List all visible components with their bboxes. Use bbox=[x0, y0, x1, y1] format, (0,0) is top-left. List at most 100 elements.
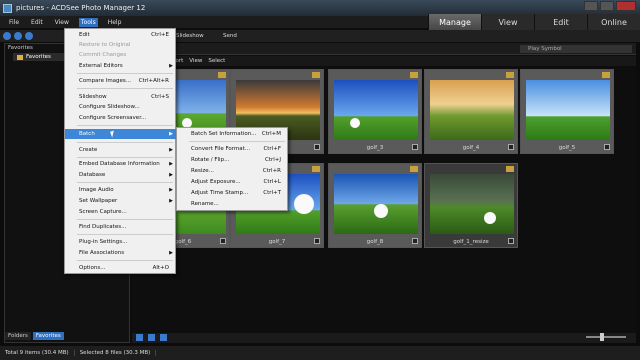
thumbnail-checkbox[interactable] bbox=[314, 144, 320, 150]
menu-item-external-editors[interactable]: External Editors ▶ bbox=[65, 61, 177, 71]
thumbnail-checkbox[interactable] bbox=[220, 238, 226, 244]
submenu-arrow-icon: ▶ bbox=[169, 250, 173, 256]
mode-tabs: Manage View Edit Online bbox=[428, 14, 640, 31]
view-button[interactable]: View bbox=[189, 58, 202, 64]
thumbnail-checkbox[interactable] bbox=[412, 144, 418, 150]
menu-item-set-wallpaper[interactable]: Set Wallpaper ▶ bbox=[65, 196, 177, 206]
status-bar: Total 9 items (30.4 MB) Selected 8 files… bbox=[0, 346, 640, 360]
window-title: pictures - ACDSee Photo Manager 12 bbox=[16, 4, 146, 12]
rotate-left-icon[interactable] bbox=[136, 334, 143, 341]
menu-item-database[interactable]: Database ▶ bbox=[65, 170, 177, 180]
thumbnail-image bbox=[430, 174, 514, 234]
tools-menu: Edit Ctrl+E Restore to Original Commit Ch… bbox=[64, 28, 177, 274]
menu-tools[interactable]: Tools bbox=[78, 17, 98, 27]
bottom-toolbar bbox=[132, 333, 636, 343]
filter-bar: Sort View Select bbox=[132, 56, 636, 66]
menu-item-embed-db[interactable]: Embed Database Information ▶ bbox=[65, 159, 177, 169]
submenu-item-rotate[interactable]: Rotate / Flip... Ctrl+J bbox=[177, 155, 289, 165]
menu-item-find-duplicates[interactable]: Find Duplicates... bbox=[65, 222, 177, 232]
play-symbol-dropdown[interactable]: Play Symbol bbox=[520, 45, 632, 53]
menu-item-options[interactable]: Options... Alt+O bbox=[65, 263, 177, 273]
send-button[interactable]: Send bbox=[223, 33, 237, 39]
thumbnail[interactable]: golf_5 bbox=[520, 69, 614, 154]
menu-view[interactable]: View bbox=[53, 18, 71, 27]
menu-item-compare[interactable]: Compare Images... Ctrl+Alt+R bbox=[65, 76, 177, 86]
rotate-right-icon[interactable] bbox=[148, 334, 155, 341]
submenu-arrow-icon: ▶ bbox=[169, 131, 173, 137]
thumbnail-image bbox=[430, 80, 514, 140]
submenu-arrow-icon: ▶ bbox=[169, 63, 173, 69]
mode-online[interactable]: Online bbox=[587, 14, 640, 31]
submenu-item-exposure[interactable]: Adjust Exposure... Ctrl+L bbox=[177, 177, 289, 187]
submenu-item-batch-set-info[interactable]: Batch Set Information... Ctrl+M bbox=[177, 129, 289, 139]
thumbnail-checkbox[interactable] bbox=[604, 144, 610, 150]
submenu-arrow-icon: ▶ bbox=[169, 161, 173, 167]
mode-manage[interactable]: Manage bbox=[428, 14, 481, 31]
maximize-button[interactable] bbox=[600, 1, 614, 11]
menu-edit[interactable]: Edit bbox=[29, 18, 45, 27]
mode-edit[interactable]: Edit bbox=[534, 14, 587, 31]
menu-item-screen-capture[interactable]: Screen Capture... bbox=[65, 207, 177, 217]
submenu-item-timestamp[interactable]: Adjust Time Stamp... Ctrl+T bbox=[177, 188, 289, 198]
thumbnail[interactable]: golf_4 bbox=[424, 69, 518, 154]
menu-item-image-audio[interactable]: Image Audio ▶ bbox=[65, 185, 177, 195]
thumbnail-image bbox=[526, 80, 610, 140]
thumbnail-checkbox[interactable] bbox=[314, 238, 320, 244]
up-icon[interactable] bbox=[25, 32, 33, 40]
menu-item-file-associations[interactable]: File Associations ▶ bbox=[65, 248, 177, 258]
menu-item-configure-slideshow[interactable]: Configure Slideshow... bbox=[65, 102, 177, 112]
edited-icon bbox=[410, 166, 418, 172]
tab-folders[interactable]: Folders bbox=[5, 332, 31, 340]
thumbnail-label: golf_5 bbox=[558, 145, 576, 151]
edited-icon bbox=[218, 72, 226, 78]
menu-item-batch[interactable]: Batch ▶ bbox=[65, 129, 177, 139]
delete-icon[interactable] bbox=[160, 334, 167, 341]
address-bar: Play Symbol bbox=[132, 43, 636, 55]
slideshow-button[interactable]: Slideshow bbox=[176, 33, 204, 39]
thumbnail-image bbox=[334, 174, 418, 234]
thumbnail-label: golf_4 bbox=[462, 145, 480, 151]
thumbnail-image bbox=[334, 80, 418, 140]
edited-icon bbox=[312, 166, 320, 172]
edited-icon bbox=[506, 72, 514, 78]
select-button[interactable]: Select bbox=[208, 58, 225, 64]
submenu-item-convert[interactable]: Convert File Format... Ctrl+F bbox=[177, 144, 289, 154]
thumbnail-checkbox[interactable] bbox=[412, 238, 418, 244]
thumbnail[interactable]: golf_3 bbox=[328, 69, 422, 154]
thumbnail-checkbox[interactable] bbox=[508, 238, 514, 244]
edited-icon bbox=[602, 72, 610, 78]
edited-icon bbox=[410, 72, 418, 78]
menu-item-configure-screensaver[interactable]: Configure Screensaver... bbox=[65, 113, 177, 123]
edited-icon bbox=[506, 166, 514, 172]
app-icon bbox=[3, 3, 12, 13]
menu-item-create[interactable]: Create ▶ bbox=[65, 145, 177, 155]
thumbnail-label: golf_3 bbox=[366, 145, 384, 151]
thumbnail-label: golf_8 bbox=[366, 239, 384, 245]
submenu-arrow-icon: ▶ bbox=[169, 187, 173, 193]
thumbnail[interactable]: golf_8 bbox=[328, 163, 422, 248]
zoom-slider[interactable] bbox=[586, 333, 626, 341]
menu-item-restore: Restore to Original bbox=[79, 42, 131, 48]
mode-view[interactable]: View bbox=[481, 14, 534, 31]
menu-item-plugin-settings[interactable]: Plug-in Settings... bbox=[65, 237, 177, 247]
edited-icon bbox=[312, 72, 320, 78]
thumbnail-checkbox[interactable] bbox=[508, 144, 514, 150]
minimize-button[interactable] bbox=[584, 1, 598, 11]
menu-help[interactable]: Help bbox=[106, 18, 124, 27]
submenu-item-rename[interactable]: Rename... bbox=[177, 199, 289, 209]
batch-submenu: Batch Set Information... Ctrl+M Convert F… bbox=[176, 127, 288, 211]
forward-icon[interactable] bbox=[14, 32, 22, 40]
slider-handle[interactable] bbox=[600, 333, 604, 341]
submenu-arrow-icon: ▶ bbox=[169, 147, 173, 153]
menu-file[interactable]: File bbox=[7, 18, 21, 27]
back-icon[interactable] bbox=[3, 32, 11, 40]
window-controls bbox=[584, 1, 636, 11]
thumbnail[interactable]: golf_1_resize bbox=[424, 163, 518, 248]
status-total: Total 9 items (30.4 MB) bbox=[0, 350, 75, 356]
menu-item-slideshow[interactable]: Slideshow Ctrl+S bbox=[65, 92, 177, 102]
menu-item-edit[interactable]: Edit Ctrl+E bbox=[65, 30, 177, 40]
favorites-label: Favorites bbox=[26, 54, 51, 60]
close-button[interactable] bbox=[616, 1, 636, 11]
submenu-item-resize[interactable]: Resize... Ctrl+R bbox=[177, 166, 289, 176]
tab-favorites[interactable]: Favorites bbox=[32, 332, 64, 340]
